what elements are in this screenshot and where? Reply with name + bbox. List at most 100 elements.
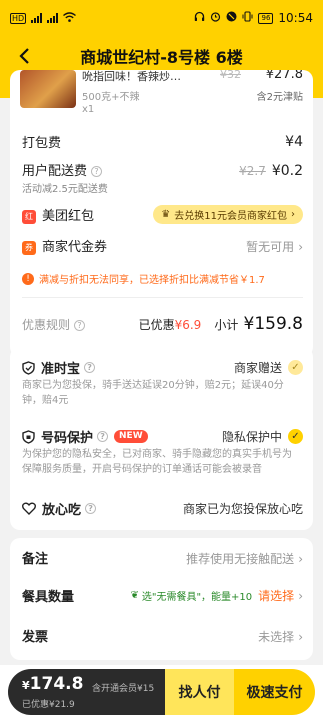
subtotal-value: ¥159.8 <box>243 314 303 334</box>
page-title: 商城世纪村-8号楼 6楼 <box>80 48 243 67</box>
tableware-label: 餐具数量 <box>22 590 75 605</box>
chevron-right-icon: › <box>298 630 303 644</box>
ontime-status: 商家赠送 <box>233 361 282 375</box>
invoice-value: 未选择 <box>258 630 295 644</box>
item-quantity: x1 <box>82 104 95 115</box>
help-icon: ? <box>74 319 86 331</box>
safe-eat-value: 商家已为您投保放心吃 <box>182 502 303 516</box>
chevron-right-icon: › <box>291 209 295 220</box>
discount-rules-label: 优惠规则 <box>22 317 71 332</box>
mute-icon <box>226 11 237 25</box>
chevron-right-icon: › <box>298 588 303 603</box>
shield-icon <box>22 429 35 444</box>
shield-icon <box>22 360 35 375</box>
headphones-icon <box>194 11 205 25</box>
clock: 10:54 <box>278 11 313 25</box>
remark-value: 推荐使用无接触配送 <box>186 552 295 566</box>
heart-icon <box>22 502 36 515</box>
battery-icon: 96 <box>258 12 274 24</box>
friend-pay-button[interactable]: 找人付 <box>165 669 234 715</box>
delivery-fee-label: 用户配送费? <box>22 160 103 179</box>
check-icon[interactable]: ✓ <box>288 429 303 444</box>
fast-pay-button[interactable]: 极速支付 <box>234 669 315 715</box>
divider <box>22 297 303 298</box>
discount-warning: ! 满减与折扣无法同享，已选择折扣比满减节省￥1.7 <box>22 271 265 286</box>
privacy-title: 号码保护 <box>41 431 94 446</box>
invoice-label: 发票 <box>22 630 49 645</box>
back-button[interactable] <box>12 44 36 68</box>
privacy-status: 隐私保护中 <box>221 430 282 444</box>
service-card: 准时宝? 商家赠送 ✓ 商家已为您投保，骑手送达延误20分钟，赔2元；延误40分钟… <box>10 347 313 530</box>
vibrate-icon <box>242 11 253 25</box>
food-image <box>20 70 76 108</box>
discount-rules-link[interactable]: 优惠规则? <box>22 316 86 333</box>
total-price: ¥174.8 <box>22 674 83 694</box>
extras-card: 备注 推荐使用无接触配送 › 餐具数量 ❦ 选"无需餐具"，能量+10 请选择 › 发… <box>10 538 313 660</box>
summary-row: 优惠规则? 已优惠¥6.9 小计 ¥159.8 <box>22 314 303 334</box>
delivery-fee-original: ¥2.7 <box>239 164 266 178</box>
coupon-icon: 券 <box>22 240 36 255</box>
delivery-fee-value: ¥0.2 <box>271 163 303 179</box>
safe-eat-row[interactable]: 放心吃? 商家已为您投保放心吃 <box>22 499 303 518</box>
currency-symbol: ¥ <box>22 679 30 692</box>
ontime-title: 准时宝 <box>41 362 81 377</box>
chevron-right-icon: › <box>298 240 303 254</box>
check-icon[interactable]: ✓ <box>288 360 303 375</box>
chevron-left-icon <box>19 48 29 64</box>
help-icon[interactable]: ? <box>97 431 109 442</box>
discount-label: 已优惠 <box>138 318 175 332</box>
red-packet-icon: 红 <box>22 209 36 224</box>
coupon-value: 暂无可用 <box>246 240 295 254</box>
remark-label: 备注 <box>22 552 49 567</box>
delivery-fee-subtitle: 活动减2.5元配送费 <box>22 184 108 195</box>
redeem-voucher-text: 去兑换11元会员商家红包 <box>174 211 287 222</box>
help-icon[interactable]: ? <box>91 166 103 177</box>
safe-eat-title: 放心吃 <box>42 503 82 518</box>
item-subsidy-note: 含2元津贴 <box>256 92 303 103</box>
packing-fee-label: 打包费 <box>22 136 62 151</box>
ontime-description: 商家已为您投保，骑手送达延误20分钟，赔2元；延误40分钟，赔4元 <box>22 380 284 406</box>
tableware-row[interactable]: 餐具数量 ❦ 选"无需餐具"，能量+10 请选择 › <box>22 586 303 606</box>
delivery-fee-label-text: 用户配送费 <box>22 164 88 179</box>
discount-value: ¥6.9 <box>174 318 202 332</box>
status-bar: HD 96 10:54 <box>0 0 323 36</box>
saved-amount: 已优惠¥21.9 <box>22 700 75 710</box>
total-amount: 174.8 <box>29 674 84 694</box>
redeem-voucher-button[interactable]: ♛ 去兑换11元会员商家红包 › <box>153 205 303 224</box>
privacy-description: 为保护您的隐私安全，已对商家、骑手隐藏您的真实手机号为保障服务质量，开启号码保护… <box>22 449 292 475</box>
coupon-label: 商家代金券 <box>42 240 108 255</box>
item-price: ¥27.8 <box>265 70 303 82</box>
leaf-icon: ❦ <box>130 590 139 601</box>
tableware-select[interactable]: 请选择 <box>258 587 294 604</box>
remark-row[interactable]: 备注 推荐使用无接触配送 › <box>22 548 303 567</box>
chevron-right-icon: › <box>298 552 303 566</box>
red-packet-label: 美团红包 <box>42 209 95 224</box>
help-icon[interactable]: ? <box>85 503 97 514</box>
privacy-row[interactable]: 号码保护? NEW 隐私保护中 ✓ <box>22 427 303 446</box>
tableware-tag: ❦ 选"无需餐具"，能量+10 <box>130 588 252 603</box>
order-item[interactable]: 吮指回味！香辣炒… ¥32 ¥27.8 500克+不辣 含2元津贴 x1 <box>10 70 313 120</box>
checkout-bar: ¥174.8 含开通会员¥15 已优惠¥21.9 找人付 极速支付 <box>0 665 323 720</box>
alarm-icon <box>210 11 221 25</box>
signal-icon-2 <box>47 13 59 23</box>
hd-indicator: HD <box>10 12 27 24</box>
invoice-row[interactable]: 发票 未选择 › <box>22 626 303 645</box>
item-name: 吮指回味！香辣炒… <box>82 70 181 83</box>
coupon-row[interactable]: 券商家代金券 暂无可用 › <box>22 236 303 255</box>
help-icon[interactable]: ? <box>84 362 96 373</box>
delivery-fee-row: 用户配送费? ¥2.7 ¥0.2 <box>22 160 303 179</box>
order-card: 吮指回味！香辣炒… ¥32 ¥27.8 500克+不辣 含2元津贴 x1 打包费… <box>10 70 313 357</box>
subtotal-label: 小计 <box>214 318 239 332</box>
wifi-icon <box>63 11 77 25</box>
new-badge: NEW <box>114 430 148 443</box>
ontime-row[interactable]: 准时宝? 商家赠送 ✓ <box>22 358 303 377</box>
member-fee-note: 含开通会员¥15 <box>92 684 155 694</box>
packing-fee-value: ¥4 <box>285 133 303 150</box>
crown-icon: ♛ <box>161 209 171 220</box>
alert-icon: ! <box>22 272 34 285</box>
item-original-price: ¥32 <box>220 70 241 81</box>
signal-icon <box>31 13 43 23</box>
red-packet-row[interactable]: 红美团红包 ♛ 去兑换11元会员商家红包 › <box>22 205 303 224</box>
tableware-tag-text: 选"无需餐具"，能量+10 <box>141 592 253 603</box>
total-panel: ¥174.8 含开通会员¥15 已优惠¥21.9 <box>8 669 165 715</box>
